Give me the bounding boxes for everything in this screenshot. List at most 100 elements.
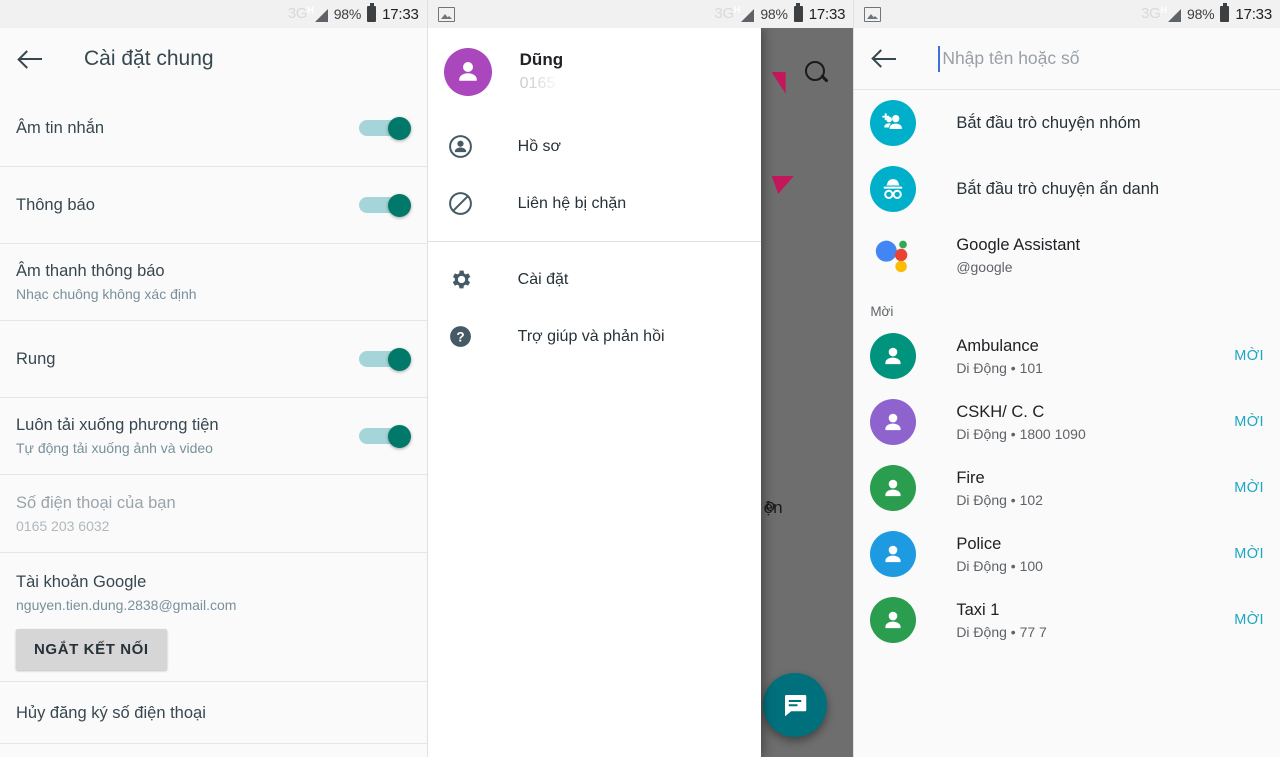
network-type-label: 3G — [714, 5, 734, 22]
setting-title: Luôn tải xuống phương tiện — [16, 416, 219, 434]
contact-text: Ambulance Di Động • 101 — [956, 335, 1234, 378]
contact-row[interactable]: Taxi 1 Di Động • 77 7 MỜI — [854, 587, 1280, 653]
contact-row[interactable]: Police Di Động • 100 MỜI — [854, 521, 1280, 587]
invite-button[interactable]: MỜI — [1234, 414, 1264, 430]
setting-title: Tài khoản Google — [16, 573, 147, 591]
new-conversation-fab[interactable] — [763, 673, 828, 737]
person-avatar-icon — [870, 465, 917, 511]
image-icon — [864, 6, 882, 22]
setting-row-google-account[interactable]: Tài khoản Google nguyen.tien.dung.2838@g… — [0, 553, 427, 682]
background-shape-2 — [771, 176, 794, 194]
group-add-icon — [870, 100, 917, 146]
invite-button[interactable]: MỜI — [1234, 612, 1264, 628]
contact-name: CSKH/ C. C — [956, 402, 1045, 421]
page-title: Cài đặt chung — [84, 47, 214, 70]
gear-icon — [444, 267, 478, 292]
setting-subtitle: 0165 203 6032 — [16, 517, 110, 534]
message-icon — [785, 695, 807, 717]
contact-row[interactable]: Fire Di Động • 102 MỜI — [854, 455, 1280, 521]
network-indicator-3: 3G H — [1141, 6, 1181, 22]
drawer-account-info: Dũng 0165 20 — [520, 49, 578, 95]
app-bar-new-conversation: Nhập tên hoặc số — [854, 28, 1280, 90]
setting-row-unregister-phone[interactable]: Hủy đăng ký số điện thoại — [0, 682, 427, 744]
screen-new-conversation: 3G H 98% 17:33 Nhập tên hoặc số Bắt đầu … — [853, 0, 1280, 757]
background-shape-1 — [771, 72, 786, 94]
image-icon — [437, 6, 455, 22]
network-indicator-2: 3G H — [714, 5, 755, 22]
svg-text:?: ? — [457, 330, 465, 345]
drawer-item-blocked-contacts[interactable]: Liên hệ bị chặn — [428, 175, 761, 232]
person-icon — [444, 134, 478, 159]
google-assistant-icon — [870, 232, 916, 278]
invite-button[interactable]: MỜI — [1234, 480, 1264, 496]
toggle-vibrate[interactable] — [358, 348, 411, 371]
contact-subtitle: @google — [956, 258, 1013, 275]
contact-row[interactable]: Ambulance Di Động • 101 MỜI — [854, 323, 1280, 389]
new-conversation-list: Bắt đầu trò chuyện nhóm Bắt đầu trò chuy… — [854, 90, 1280, 653]
setting-row-text: Hủy đăng ký số điện thoại — [16, 702, 411, 724]
drawer-account-header[interactable]: Dũng 0165 20 — [428, 28, 761, 118]
contact-name: Police — [956, 534, 1002, 553]
contact-google-assistant[interactable]: Google Assistant @google — [854, 222, 1280, 288]
action-start-group-chat[interactable]: Bắt đầu trò chuyện nhóm — [854, 90, 1280, 156]
network-type-label: 3G — [287, 5, 308, 22]
back-arrow-icon[interactable] — [18, 46, 44, 72]
contact-subtitle: Di Động • 100 — [956, 557, 1043, 574]
setting-row-text: Âm thanh thông báo Nhạc chuông không xác… — [16, 260, 411, 304]
toggle-knob — [387, 348, 411, 371]
signal-bars-icon — [1168, 9, 1181, 22]
drawer-item-label: Hồ sơ — [517, 137, 562, 155]
setting-title: Rung — [16, 350, 56, 368]
setting-row-vibrate[interactable]: Rung — [0, 321, 427, 398]
app-bar-settings: Cài đặt chung — [0, 28, 427, 90]
clock-label: 17:33 — [382, 5, 419, 23]
contact-subtitle: Di Động • 1800 1090 — [956, 425, 1086, 442]
contact-text: Fire Di Động • 102 — [956, 467, 1234, 510]
person-avatar-icon — [870, 531, 917, 577]
toggle-auto-download[interactable] — [358, 425, 411, 448]
setting-row-message-sound[interactable]: Âm tin nhắn — [0, 90, 427, 167]
drawer-item-label: Trợ giúp và phản hồi — [517, 327, 665, 345]
clock-label: 17:33 — [808, 5, 846, 23]
setting-row-auto-download[interactable]: Luôn tải xuống phương tiện Tự động tải x… — [0, 398, 427, 475]
avatar — [443, 48, 492, 96]
contact-text: CSKH/ C. C Di Động • 1800 1090 — [956, 401, 1234, 444]
status-bar-left-3 — [864, 6, 1141, 22]
drawer-item-help-feedback[interactable]: ? Trợ giúp và phản hồi — [428, 308, 761, 365]
battery-percent-label: 98% — [760, 6, 788, 22]
toggle-knob — [387, 194, 411, 217]
drawer-divider — [427, 241, 761, 242]
setting-row-text: Số điện thoại của bạn 0165 203 6032 — [16, 492, 411, 536]
status-bar-3: 3G H 98% 17:33 — [854, 0, 1280, 28]
setting-row-text: Thông báo — [16, 194, 359, 216]
contact-row[interactable]: CSKH/ C. C Di Động • 1800 1090 MỜI — [854, 389, 1280, 455]
network-sup-label: H — [307, 5, 314, 15]
drawer-item-label: Liên hệ bị chặn — [517, 194, 627, 212]
drawer-item-profile[interactable]: Hồ sơ — [428, 118, 761, 175]
setting-row-notification-sound[interactable]: Âm thanh thông báo Nhạc chuông không xác… — [0, 244, 427, 321]
setting-row-text: Rung — [16, 348, 359, 370]
battery-icon — [367, 3, 377, 22]
status-bar-right-2: 3G H 98% 17:33 — [714, 3, 846, 23]
toggle-notifications[interactable] — [358, 194, 411, 217]
invite-button[interactable]: MỜI — [1234, 546, 1264, 562]
background-content-sliver: o ện — [764, 28, 854, 757]
contact-name: Google Assistant — [956, 235, 1081, 254]
search-input[interactable]: Nhập tên hoặc số — [938, 45, 1280, 72]
help-circle-icon: ? — [444, 324, 478, 349]
setting-row-notifications[interactable]: Thông báo — [0, 167, 427, 244]
back-arrow-icon[interactable] — [872, 46, 898, 72]
status-bar-1: 3G H 98% 17:33 — [0, 0, 427, 28]
status-bar-right-3: 3G H 98% 17:33 — [1141, 3, 1272, 23]
screen-nav-drawer: 3G H 98% 17:33 o ện Dũng 0165 20 Hồ sơ L… — [426, 0, 854, 757]
drawer-item-settings[interactable]: Cài đặt — [428, 251, 761, 308]
invite-button[interactable]: MỜI — [1234, 348, 1264, 364]
setting-title: Âm tin nhắn — [16, 119, 105, 137]
disconnect-button[interactable]: NGẮT KẾT NỐI — [16, 629, 167, 670]
action-start-incognito-chat[interactable]: Bắt đầu trò chuyện ẩn danh — [854, 156, 1280, 222]
setting-row-text: Tài khoản Google nguyen.tien.dung.2838@g… — [16, 571, 411, 670]
search-placeholder: Nhập tên hoặc số — [942, 48, 1080, 68]
signal-bars-icon — [314, 9, 328, 22]
toggle-message-sound[interactable] — [358, 117, 411, 140]
drawer-scrim-area[interactable]: o ện Dũng 0165 20 Hồ sơ Liên hệ bị chặn … — [427, 28, 854, 757]
